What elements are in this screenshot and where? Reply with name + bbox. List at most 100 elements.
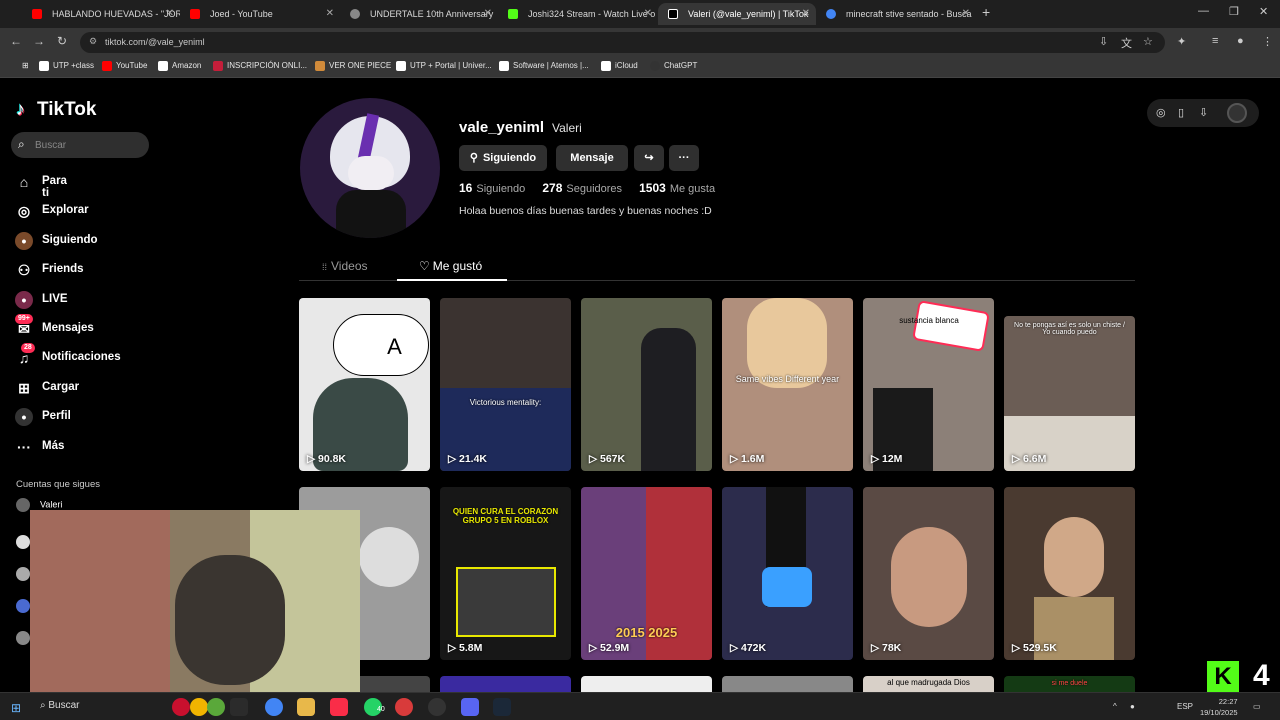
- tab-liked[interactable]: ♡ Me gustó: [419, 259, 482, 273]
- close-window-icon[interactable]: ✕: [1259, 5, 1268, 18]
- video-card[interactable]: Same vibes Different year ▷ 1.6M: [722, 298, 853, 471]
- apps-icon[interactable]: ⊞: [8, 61, 29, 70]
- avatar[interactable]: [1227, 103, 1247, 123]
- coins-icon[interactable]: ◎: [1156, 106, 1166, 119]
- language-indicator[interactable]: ESP: [1177, 702, 1193, 711]
- video-card[interactable]: [440, 676, 571, 692]
- clock[interactable]: 22:27 19/10/2025: [1200, 696, 1238, 718]
- video-card[interactable]: No te pongas así es solo un chiste / Yo …: [1004, 316, 1135, 471]
- bookmark[interactable]: iCloud: [601, 61, 638, 71]
- upload-icon: ⊞: [18, 379, 30, 396]
- video-card[interactable]: sustancia blanca ▷ 12M: [863, 298, 994, 471]
- view-count: ▷ 1.6M: [730, 453, 765, 465]
- app-icon[interactable]: [207, 698, 225, 716]
- profile-bio: Holaa buenos días buenas tardes y buenas…: [459, 205, 712, 217]
- bookmark[interactable]: YouTube: [102, 61, 147, 71]
- media-icon[interactable]: ≡: [1212, 35, 1218, 47]
- play-icon: ▷: [730, 453, 741, 465]
- icloud-icon: [601, 61, 611, 71]
- search-box[interactable]: ⌕: [11, 132, 149, 158]
- following-button[interactable]: ⚲ Siguiendo: [459, 145, 547, 171]
- browser-tab-active[interactable]: Valeri (@vale_yeniml) | TikTok ✕: [658, 3, 816, 25]
- close-icon[interactable]: ✕: [166, 3, 174, 25]
- profile-avatar[interactable]: [300, 98, 440, 238]
- followers-stat[interactable]: 278 Seguidores: [542, 181, 622, 195]
- taskbar-search[interactable]: ⌕ Buscar: [40, 700, 80, 711]
- amazon-icon: [158, 61, 168, 71]
- notification-icon[interactable]: ▭: [1253, 702, 1261, 711]
- video-card[interactable]: al que madrugada Dios: [863, 676, 994, 692]
- bookmark[interactable]: UTP +class: [39, 61, 94, 71]
- menu-icon[interactable]: ⋮: [1262, 35, 1273, 48]
- tiktok-logo[interactable]: ♪ TikTok: [16, 99, 96, 121]
- close-icon[interactable]: ✕: [326, 3, 334, 25]
- video-card[interactable]: ▷ 78K: [863, 487, 994, 660]
- bookmark[interactable]: VER ONE PIECE: [315, 61, 391, 71]
- download-icon[interactable]: ⇩: [1199, 106, 1208, 119]
- translate-icon[interactable]: 文: [1121, 35, 1132, 51]
- install-icon[interactable]: ⇩: [1099, 35, 1108, 48]
- bookmark-icon: [499, 61, 509, 71]
- video-card[interactable]: ▷ 567K: [581, 298, 712, 471]
- video-card[interactable]: ▷ 529.5K: [1004, 487, 1135, 660]
- video-card[interactable]: QUIEN CURA EL CORAZON GRUPO 5 EN ROBLOX …: [440, 487, 571, 660]
- star-icon[interactable]: ☆: [1143, 35, 1153, 48]
- bookmark[interactable]: Software | Atemos |...: [499, 61, 589, 71]
- back-icon[interactable]: ←: [10, 34, 22, 48]
- video-card[interactable]: 2015 2025 ▷ 52.9M: [581, 487, 712, 660]
- browser-tab[interactable]: HABLANDO HUEVADAS - "JOR ✕: [22, 3, 180, 25]
- app-icon[interactable]: [172, 698, 190, 716]
- task-view-icon[interactable]: [230, 698, 248, 716]
- close-icon[interactable]: ✕: [962, 3, 970, 25]
- bookmark[interactable]: UTP + Portal | Univer...: [396, 61, 492, 71]
- browser-tab[interactable]: minecraft stive sentado - Busca ✕: [816, 3, 976, 25]
- video-card[interactable]: [722, 676, 853, 692]
- new-tab-button[interactable]: +: [982, 4, 990, 20]
- steam-icon[interactable]: [493, 698, 511, 716]
- close-icon[interactable]: ✕: [484, 3, 492, 25]
- close-icon[interactable]: ✕: [644, 3, 652, 25]
- more-options-button[interactable]: ···: [669, 145, 699, 171]
- bookmark[interactable]: INSCRIPCIÓN ONLI...: [213, 61, 307, 71]
- video-card[interactable]: si me duele: [1004, 676, 1135, 692]
- chatgpt-icon[interactable]: [428, 698, 446, 716]
- following-stat[interactable]: 16 Siguiendo: [459, 181, 525, 195]
- minimize-icon[interactable]: —: [1198, 5, 1209, 17]
- url-bar[interactable]: ⚙ tiktok.com/@vale_yeniml: [80, 32, 1165, 53]
- site-info-icon[interactable]: ⚙: [89, 36, 97, 47]
- close-icon[interactable]: ✕: [802, 3, 810, 25]
- youtube-icon: [32, 9, 42, 19]
- discord-icon[interactable]: [461, 698, 479, 716]
- tray-chevron-icon[interactable]: ^: [1113, 702, 1117, 711]
- browser-tab[interactable]: UNDERTALE 10th Anniversary ✕: [340, 3, 498, 25]
- app-icon[interactable]: [395, 698, 413, 716]
- reload-icon[interactable]: ↻: [57, 34, 67, 48]
- extensions-icon[interactable]: ✦: [1177, 35, 1186, 48]
- video-card[interactable]: A ▷ 90.8K: [299, 298, 430, 471]
- bookmark-icon: [315, 61, 325, 71]
- bookmark[interactable]: Amazon: [158, 61, 201, 71]
- music-icon[interactable]: [330, 698, 348, 716]
- view-count: ▷ 529.5K: [1012, 642, 1057, 654]
- browser-tab[interactable]: Joshi324 Stream - Watch Live o ✕: [498, 3, 658, 25]
- avatar: [16, 599, 30, 613]
- app-icon[interactable]: [190, 698, 208, 716]
- forward-icon[interactable]: →: [33, 34, 45, 48]
- bookmark[interactable]: ChatGPT: [650, 61, 697, 71]
- file-explorer-icon[interactable]: [297, 698, 315, 716]
- video-card[interactable]: ▷ 472K: [722, 487, 853, 660]
- share-button[interactable]: ↪: [634, 145, 664, 171]
- search-input[interactable]: [35, 136, 143, 154]
- video-card[interactable]: Victorious mentality: ▷ 21.4K: [440, 298, 571, 471]
- tab-videos[interactable]: ⁞⁞ Videos: [322, 259, 368, 273]
- message-button[interactable]: Mensaje: [556, 145, 628, 171]
- windows-start-icon[interactable]: ⊞: [11, 701, 21, 715]
- mic-icon[interactable]: ●: [1130, 702, 1135, 711]
- device-icon[interactable]: ▯: [1178, 106, 1184, 119]
- browser-tab[interactable]: Joed - YouTube ✕: [180, 3, 340, 25]
- video-card[interactable]: [581, 676, 712, 692]
- chrome-icon[interactable]: [265, 698, 283, 716]
- restore-icon[interactable]: ❐: [1229, 5, 1239, 18]
- profile-avatar-icon[interactable]: ●: [1237, 35, 1244, 47]
- view-count: ▷ 78K: [871, 642, 902, 654]
